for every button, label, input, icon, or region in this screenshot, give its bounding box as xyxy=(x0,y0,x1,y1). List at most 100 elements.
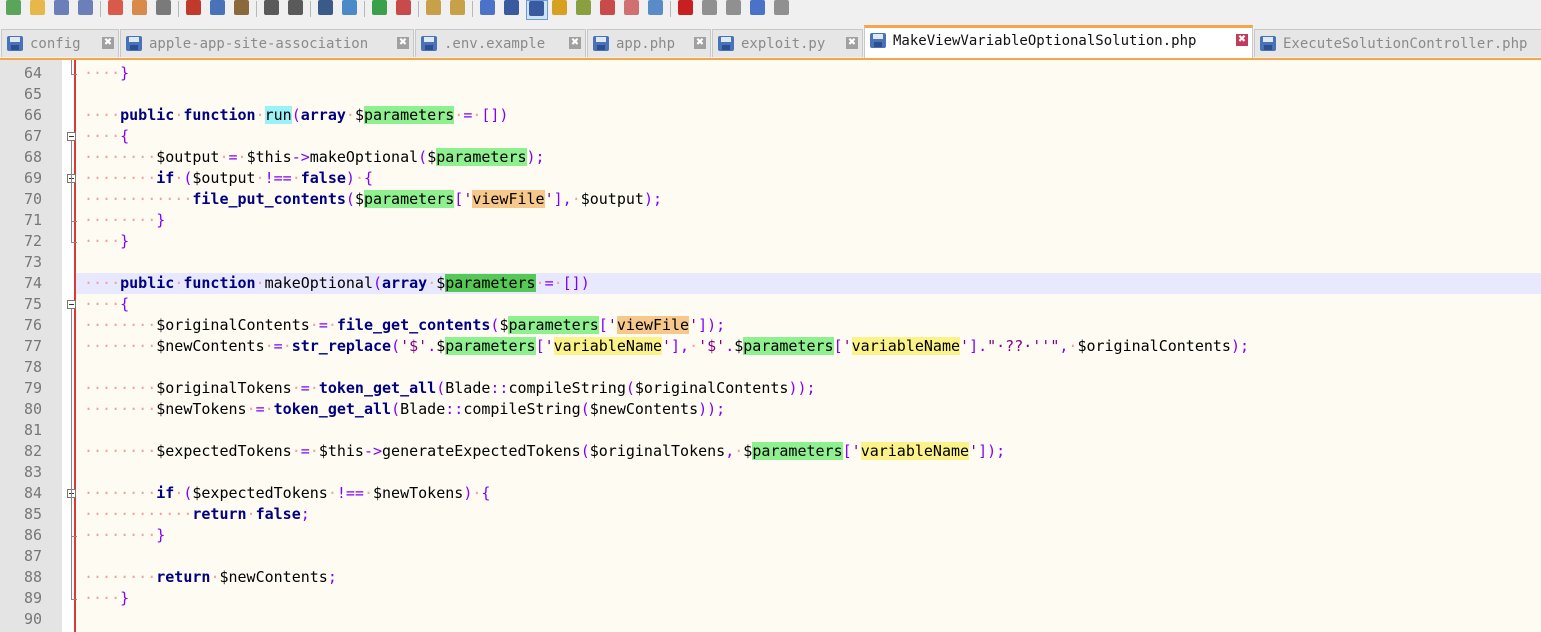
code-line[interactable]: ········$expectedTokens·=·$this->generat… xyxy=(84,441,1005,462)
tab-close-icon[interactable]: ✖ xyxy=(694,37,706,49)
code-line[interactable]: ····} xyxy=(84,231,129,252)
code-line[interactable]: ········$newContents·=·str_replace('$'.$… xyxy=(84,336,1249,357)
play-macro-icon-glyph xyxy=(726,0,741,15)
fold-toggle-icon[interactable] xyxy=(67,300,76,309)
zoom-out-icon[interactable] xyxy=(394,0,414,18)
line-number: 89 xyxy=(23,589,42,607)
run-macro-multiple-icon[interactable] xyxy=(748,0,768,18)
whitespace-marker: · xyxy=(571,190,581,208)
save-all-icon[interactable] xyxy=(76,0,96,18)
open-file-icon[interactable] xyxy=(28,0,48,18)
code-token: parameters xyxy=(445,337,536,355)
code-line[interactable]: ····{ xyxy=(84,126,129,147)
folder-workspace-icon[interactable] xyxy=(622,0,642,18)
code-token: :: xyxy=(445,400,464,418)
line-number: 86 xyxy=(23,526,42,544)
tab-label: exploit.py xyxy=(741,36,826,52)
line-number: 85 xyxy=(23,505,42,523)
tab-close-icon[interactable]: ✖ xyxy=(569,37,581,49)
whitespace-marker: · xyxy=(689,337,699,355)
find-icon[interactable] xyxy=(316,0,336,18)
line-number: 71 xyxy=(23,211,42,229)
save-status-icon xyxy=(718,36,734,51)
code-token: ' xyxy=(842,337,852,355)
tab-makeviewvariableoptionalsolution-php[interactable]: MakeViewVariableOptionalSolution.php ✖ xyxy=(864,25,1253,58)
function-list-icon-glyph xyxy=(600,0,615,15)
code-line[interactable]: ········} xyxy=(84,210,165,231)
code-line[interactable]: ············file_put_contents($parameter… xyxy=(84,189,662,210)
code-token: run xyxy=(264,106,292,124)
code-token: ); xyxy=(526,148,545,166)
save-macro-icon[interactable] xyxy=(772,0,792,18)
code-line[interactable]: ········$output·=·$this->makeOptional($p… xyxy=(84,147,545,168)
code-editor[interactable]: 64 65 66 67 68 69 70 71 72 73 74 75 76 77 78 79 80 81 82 83… xyxy=(0,60,1541,632)
copy-icon[interactable] xyxy=(208,0,228,18)
replace-icon[interactable] xyxy=(340,0,360,18)
code-line[interactable]: ····} xyxy=(84,588,129,609)
tab-config[interactable]: config ✖ xyxy=(1,29,119,57)
code-token: false xyxy=(255,505,301,523)
code-line[interactable]: ············return·false; xyxy=(84,504,310,525)
code-line[interactable]: ····public·function·run(array·$parameter… xyxy=(84,105,508,126)
fold-toggle-icon[interactable] xyxy=(67,132,76,141)
close-icon[interactable] xyxy=(106,0,126,18)
whitespace-marker: ········ xyxy=(84,211,157,229)
language-icon[interactable] xyxy=(550,0,570,18)
cut-icon-glyph xyxy=(186,0,201,15)
code-token: = xyxy=(273,337,283,355)
sync-vertical-icon[interactable] xyxy=(424,0,444,18)
code-token: [ xyxy=(535,337,545,355)
stop-macro-icon[interactable] xyxy=(700,0,720,18)
tab-close-icon[interactable]: ✖ xyxy=(397,37,409,49)
monitoring-icon[interactable] xyxy=(646,0,666,18)
fold-margin[interactable] xyxy=(62,60,74,632)
new-file-icon[interactable] xyxy=(4,0,24,18)
record-macro-icon[interactable] xyxy=(676,0,696,18)
code-token: = xyxy=(228,148,238,166)
whitespace-marker: · xyxy=(535,274,545,292)
play-macro-icon[interactable] xyxy=(724,0,744,18)
word-wrap-icon[interactable] xyxy=(478,0,498,18)
code-token: , xyxy=(725,442,735,460)
zoom-in-icon[interactable] xyxy=(370,0,390,18)
tab-app-php[interactable]: app.php ✖ xyxy=(587,29,711,57)
cut-icon[interactable] xyxy=(184,0,204,18)
tab-apple-app-site-association[interactable]: apple-app-site-association ✖ xyxy=(120,29,414,57)
code-line[interactable]: ········} xyxy=(84,525,165,546)
save-icon[interactable] xyxy=(52,0,72,18)
paste-icon[interactable] xyxy=(232,0,252,18)
undo-icon[interactable] xyxy=(262,0,282,18)
code-token: [ xyxy=(454,190,464,208)
code-line[interactable]: ········if·($output·!==·false)·{ xyxy=(84,168,373,189)
fold-guide-line xyxy=(71,141,72,242)
indent-guide-icon[interactable] xyxy=(526,0,548,20)
code-line[interactable]: ····public·function·makeOptional(array·$… xyxy=(84,273,590,294)
tab-exploit-py[interactable]: exploit.py ✖ xyxy=(712,29,863,57)
tab-close-icon[interactable]: ✖ xyxy=(1236,34,1248,46)
show-all-chars-icon-glyph xyxy=(504,0,519,15)
redo-icon[interactable] xyxy=(286,0,306,18)
close-all-icon[interactable] xyxy=(130,0,150,18)
document-map-icon[interactable] xyxy=(574,0,594,18)
code-line[interactable]: ········return·$newContents; xyxy=(84,567,337,588)
code-line[interactable]: ········if·($expectedTokens·!==·$newToke… xyxy=(84,483,490,504)
code-token: $this xyxy=(246,148,292,166)
function-list-icon[interactable] xyxy=(598,0,618,18)
tab-close-icon[interactable]: ✖ xyxy=(102,37,114,49)
code-line[interactable]: ····} xyxy=(84,63,129,84)
code-token: ]. xyxy=(969,337,988,355)
show-all-chars-icon[interactable] xyxy=(502,0,522,18)
whitespace-marker: · xyxy=(309,442,319,460)
line-number: 72 xyxy=(23,232,42,250)
code-token: $newContents xyxy=(156,337,265,355)
code-line[interactable]: ········$originalContents·=·file_get_con… xyxy=(84,315,725,336)
sync-horizontal-icon[interactable] xyxy=(448,0,468,18)
print-icon[interactable] xyxy=(154,0,174,18)
code-line[interactable]: ········$originalTokens·=·token_get_all(… xyxy=(84,378,816,399)
whitespace-marker: ········ xyxy=(84,148,157,166)
code-line[interactable]: ········$newTokens·=·token_get_all(Blade… xyxy=(84,399,725,420)
tab-executesolutioncontroller-php[interactable]: ExecuteSolutionController.php xyxy=(1254,29,1541,57)
code-line[interactable]: ····{ xyxy=(84,294,129,315)
tab-env-example[interactable]: .env.example ✖ xyxy=(415,29,586,57)
tab-close-icon[interactable]: ✖ xyxy=(846,37,858,49)
